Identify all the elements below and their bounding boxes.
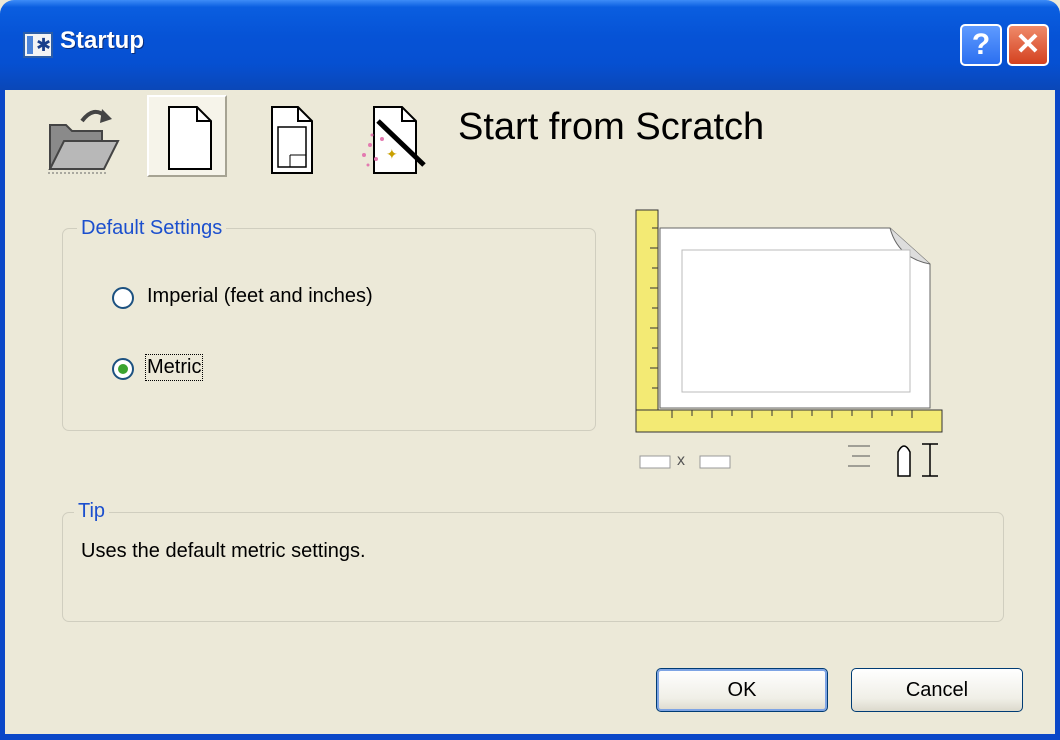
tip-title: Tip	[74, 500, 110, 523]
use-wizard-button[interactable]: ✦	[352, 95, 432, 177]
size-separator: x	[677, 452, 685, 469]
drawing-preview	[635, 209, 943, 477]
imperial-radio[interactable]	[112, 287, 134, 309]
tip-text: Uses the default metric settings.	[81, 540, 366, 562]
question-icon: ?	[971, 28, 991, 61]
cancel-button[interactable]: Cancel	[851, 668, 1023, 712]
window-title: Startup	[60, 27, 144, 54]
open-drawing-button[interactable]	[42, 95, 122, 177]
app-icon: ✱	[23, 32, 53, 58]
blank-page-icon	[168, 106, 212, 170]
imperial-label[interactable]: Imperial (feet and inches)	[147, 285, 373, 308]
metric-label[interactable]: Metric	[144, 354, 204, 381]
metric-radio[interactable]	[112, 358, 134, 380]
default-settings-title: Default Settings	[77, 217, 227, 240]
default-settings-group	[62, 228, 596, 431]
folder-open-icon	[48, 109, 120, 174]
ok-button[interactable]: OK	[656, 668, 828, 712]
page-heading: Start from Scratch	[458, 106, 765, 148]
close-button[interactable]: ✕	[1007, 24, 1049, 66]
start-from-scratch-button[interactable]	[147, 95, 227, 177]
close-icon: ✕	[1015, 28, 1041, 61]
wizard-page-icon: ✦	[362, 106, 426, 174]
help-button[interactable]: ?	[960, 24, 1002, 66]
template-page-icon	[271, 106, 313, 174]
svg-text:✦: ✦	[386, 147, 398, 163]
use-template-button[interactable]	[256, 95, 336, 177]
title-bar[interactable]: ✱ Startup ? ✕	[0, 0, 1060, 90]
tip-group	[62, 512, 1004, 622]
